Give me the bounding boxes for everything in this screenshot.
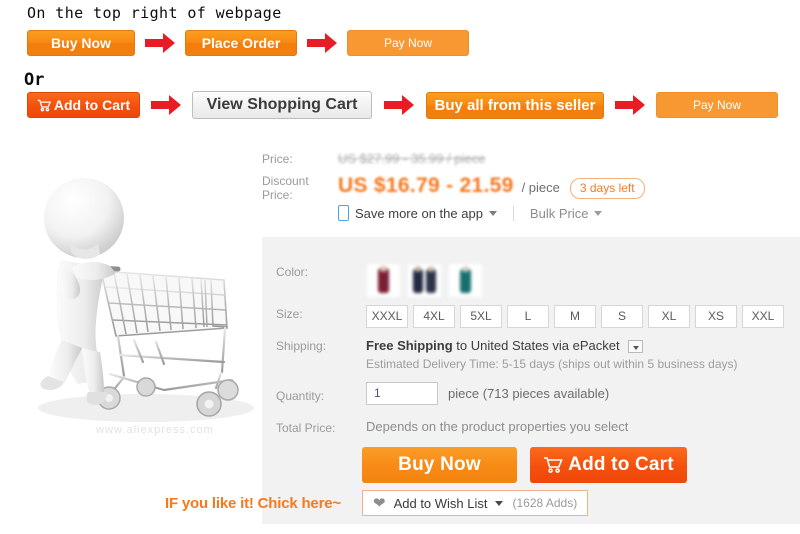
flow-buy-now-button[interactable]: Buy Now	[27, 30, 135, 56]
flow-pay-now-label-1: Pay Now	[383, 36, 433, 50]
original-price: US $27.99 - 35.99 / piece	[338, 151, 486, 166]
size-chip[interactable]: XS	[695, 305, 737, 328]
size-label: Size:	[276, 307, 303, 321]
color-option-row: Color:	[262, 263, 800, 298]
price-unit: / piece	[521, 180, 560, 195]
price-label: Price:	[262, 152, 293, 166]
flow-add-to-cart-label: Add to Cart	[53, 97, 131, 113]
color-swatch-navy[interactable]	[407, 263, 442, 298]
product-detail-area: www.aliexpress.com Price: US $27.99 - 35…	[0, 134, 800, 534]
chevron-down-icon-app[interactable]	[488, 210, 497, 216]
quantity-stock-note: piece (713 pieces available)	[448, 386, 610, 401]
total-price-row: Total Price: Depends on the product prop…	[262, 419, 800, 436]
size-chip[interactable]: XXXL	[366, 305, 408, 328]
quantity-row: Quantity: piece (713 pieces available)	[262, 382, 800, 405]
wishlist-label: Add to Wish List	[393, 495, 488, 511]
instruction-flow-section: On the top right of webpage Buy Now Plac…	[0, 0, 800, 134]
cart-icon	[543, 456, 563, 474]
discount-price-value: US $16.79 - 21.59	[338, 174, 514, 197]
discount-price-row: Discount Price: US $16.79 - 21.59 / piec…	[262, 174, 800, 202]
flow-heading-top: On the top right of webpage	[27, 4, 282, 22]
arrow-right-icon-5	[613, 90, 647, 120]
shipping-destination-text: to United States via ePacket	[456, 338, 620, 353]
size-chip[interactable]: L	[507, 305, 549, 328]
flow-row-buy-now: Buy Now Place Order Pay Now	[0, 28, 469, 58]
days-left-badge: 3 days left	[569, 178, 645, 199]
divider	[512, 205, 514, 221]
add-to-wish-list-button[interactable]: ❤ Add to Wish List (1628 Adds)	[362, 490, 589, 516]
wishlist-count: (1628 Adds)	[512, 496, 578, 510]
flow-pay-now-button-2[interactable]: Pay Now	[656, 92, 778, 118]
free-shipping-text: Free Shipping	[366, 338, 453, 353]
arrow-right-icon-2	[305, 28, 339, 58]
size-option-row: Size: XXXL 4XL 5XL L M S XL XS XXL	[262, 305, 800, 328]
arrow-right-icon-4	[382, 90, 416, 120]
heart-icon: ❤	[373, 494, 386, 512]
quantity-input[interactable]	[366, 382, 438, 405]
flow-add-to-cart-button[interactable]: Add to Cart	[27, 92, 140, 118]
flow-pay-now-label-2: Pay Now	[692, 98, 742, 112]
phone-icon	[338, 205, 349, 221]
chevron-down-icon-bulk[interactable]	[594, 210, 603, 216]
buy-now-button[interactable]: Buy Now	[362, 447, 517, 483]
quantity-label: Quantity:	[276, 388, 325, 403]
image-watermark: www.aliexpress.com	[96, 424, 214, 436]
cta-button-row: Buy Now Add to Cart	[362, 447, 687, 483]
chevron-down-icon-wishlist[interactable]	[494, 500, 503, 506]
flow-view-shopping-cart-button[interactable]: View Shopping Cart	[192, 91, 372, 119]
total-price-value: Depends on the product properties you se…	[366, 419, 629, 434]
size-chip-list: XXXL 4XL 5XL L M S XL XS XXL	[366, 305, 789, 328]
color-label: Color:	[276, 265, 309, 279]
flow-buy-all-from-seller-button[interactable]: Buy all from this seller	[426, 91, 604, 119]
shipping-label: Shipping:	[276, 339, 327, 353]
size-chip[interactable]: 4XL	[413, 305, 455, 328]
flow-buy-now-label: Buy Now	[51, 35, 111, 51]
shipping-details: Free Shipping to United States via ePack…	[366, 337, 738, 371]
size-chip[interactable]: M	[554, 305, 596, 328]
delivery-estimate: Estimated Delivery Time: 5-15 days (ship…	[366, 357, 738, 371]
flow-view-shopping-cart-label: View Shopping Cart	[206, 96, 358, 113]
color-swatch-list	[366, 263, 489, 298]
add-to-cart-button[interactable]: Add to Cart	[530, 447, 687, 483]
shipping-method-line: Free Shipping to United States via ePack…	[366, 337, 738, 354]
total-price-label: Total Price:	[276, 421, 336, 435]
color-swatch-maroon[interactable]	[366, 263, 401, 298]
size-chip[interactable]: XXL	[742, 305, 784, 328]
arrow-right-icon-1	[143, 28, 177, 58]
arrow-right-icon-3	[149, 90, 183, 120]
price-extras-row: Save more on the app Bulk Price	[338, 205, 603, 221]
discount-price-label: Discount Price:	[262, 174, 309, 202]
product-options-panel: Color: Size: XXXL 4XL 5XL L M S XL XS XX…	[165, 237, 800, 524]
flow-pay-now-button-1[interactable]: Pay Now	[347, 30, 469, 56]
flow-place-order-button[interactable]: Place Order	[185, 30, 297, 56]
product-image[interactable]	[6, 140, 262, 440]
flow-heading-or: Or	[24, 70, 45, 90]
save-on-app-link[interactable]: Save more on the app	[355, 206, 483, 221]
size-chip[interactable]: 5XL	[460, 305, 502, 328]
shipping-select-dropdown[interactable]	[628, 340, 644, 354]
size-chip[interactable]: XL	[648, 305, 690, 328]
flow-buy-all-from-seller-label: Buy all from this seller	[434, 96, 596, 114]
flow-place-order-label: Place Order	[201, 35, 281, 51]
size-chip[interactable]: S	[601, 305, 643, 328]
bulk-price-link[interactable]: Bulk Price	[530, 206, 589, 221]
buy-now-label: Buy Now	[398, 454, 481, 475]
wishlist-hint-annotation: IF you like it! Chick here~	[165, 495, 341, 512]
shipping-row: Shipping: Free Shipping to United States…	[262, 337, 800, 371]
color-swatch-teal[interactable]	[448, 263, 483, 298]
flow-row-add-to-cart: Add to Cart View Shopping Cart Buy all f…	[0, 90, 778, 120]
price-row: Price: US $27.99 - 35.99 / piece	[262, 150, 800, 167]
add-to-cart-label: Add to Cart	[568, 454, 674, 475]
cart-icon	[37, 99, 51, 112]
